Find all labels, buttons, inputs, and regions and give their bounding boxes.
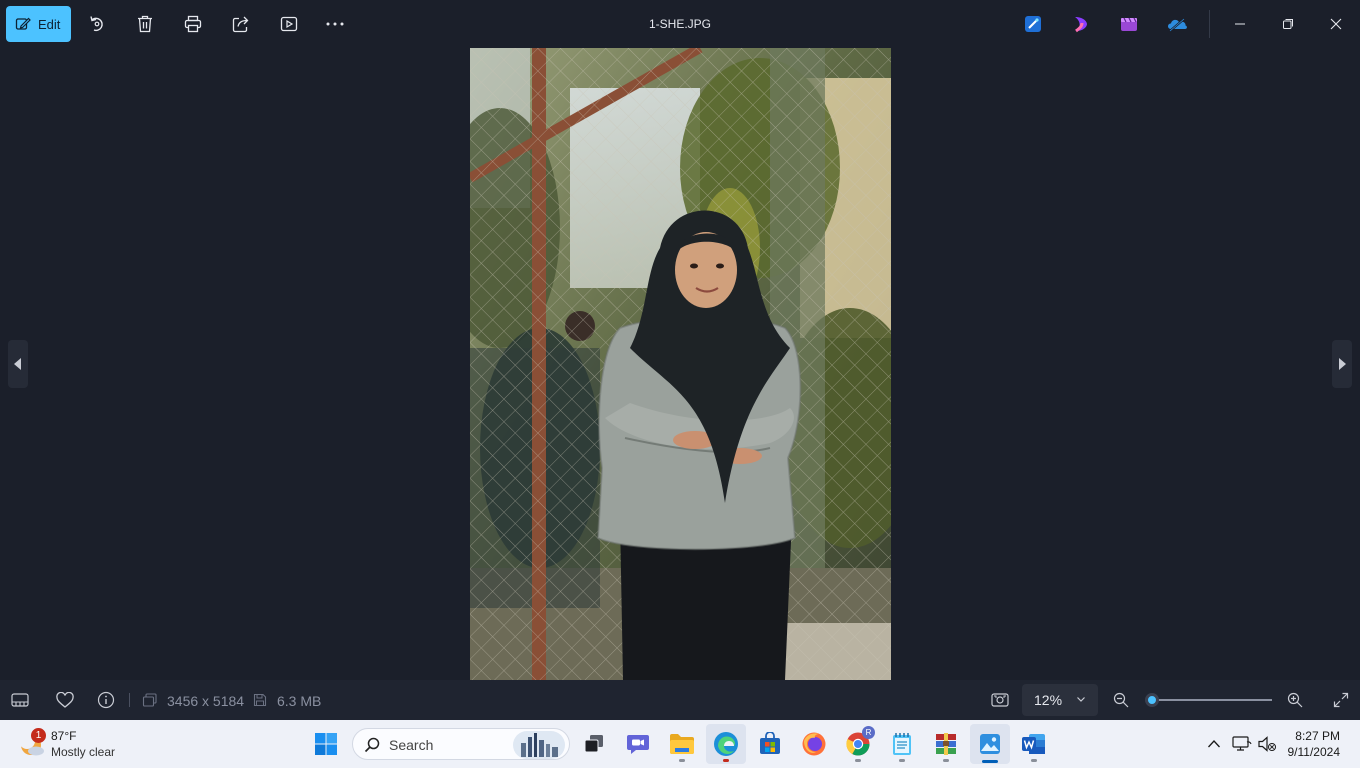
zoom-out-icon[interactable] [1111, 690, 1131, 710]
start-button[interactable] [306, 724, 346, 764]
chevron-down-icon [1077, 697, 1085, 702]
zoom-level: 12% [1034, 692, 1063, 708]
edge-button[interactable] [706, 724, 746, 764]
taskbar-search-box[interactable]: Search [352, 728, 570, 760]
chevron-left-icon [14, 358, 21, 370]
photos-app-window: Edit 1-SHE.JPG 3456 x 5184 6.3 MB 12% [0, 0, 1360, 720]
word-button[interactable] [1014, 724, 1054, 764]
weather-condition: Mostly clear [51, 745, 116, 759]
windows-taskbar: 1 87°F Mostly clear Search R 8:27 PM 9/1… [0, 720, 1360, 768]
firefox-icon [802, 732, 826, 756]
running-indicator [943, 759, 949, 762]
microsoft-store-button[interactable] [750, 724, 790, 764]
next-photo-button[interactable] [1332, 340, 1352, 388]
edge-browser-icon [714, 732, 738, 756]
image-dimensions: 3456 x 5184 [167, 693, 245, 709]
delete-icon[interactable] [133, 12, 157, 36]
zoom-slider-thumb[interactable] [1145, 693, 1159, 707]
clipchamp-app-icon[interactable] [1071, 14, 1091, 34]
folder-icon [670, 734, 694, 754]
clock-date: 9/11/2024 [1287, 745, 1341, 759]
search-icon [364, 737, 380, 753]
close-button[interactable] [1324, 12, 1348, 36]
running-indicator [855, 759, 861, 762]
network-monitor-icon [1232, 736, 1252, 751]
show-hidden-icons-button[interactable] [1202, 732, 1226, 756]
more-icon[interactable] [323, 12, 347, 36]
photos-app-icon [980, 734, 1000, 754]
zoom-level-dropdown[interactable]: 12% [1022, 684, 1098, 716]
photo-image [470, 48, 891, 680]
minimize-button[interactable] [1228, 12, 1252, 36]
filmstrip-icon[interactable] [10, 690, 30, 710]
windows-logo-icon [315, 733, 337, 755]
photos-button[interactable] [970, 724, 1010, 764]
file-explorer-button[interactable] [662, 724, 702, 764]
running-indicator [899, 759, 905, 762]
speaker-muted-icon [1258, 736, 1276, 752]
winrar-button[interactable] [926, 724, 966, 764]
task-view-button[interactable] [574, 724, 614, 764]
weather-notification-badge: 1 [31, 728, 46, 743]
search-highlight-city-icon [513, 731, 565, 759]
notepad-icon [893, 733, 911, 755]
clock-time: 8:27 PM [1295, 729, 1340, 743]
winrar-icon [936, 733, 956, 755]
actual-size-icon[interactable] [990, 690, 1010, 710]
weather-widget[interactable]: 1 87°F Mostly clear [14, 726, 134, 762]
fullscreen-icon[interactable] [1331, 690, 1351, 710]
running-indicator [723, 759, 729, 762]
info-icon[interactable] [96, 690, 116, 710]
network-status-button[interactable] [1230, 732, 1254, 756]
file-size-icon [250, 690, 270, 710]
onedrive-app-icon[interactable] [1166, 14, 1188, 34]
designer-app-icon[interactable] [1023, 14, 1043, 34]
top-toolbar: Edit 1-SHE.JPG [0, 0, 1360, 48]
rotate-icon[interactable] [85, 12, 109, 36]
chevron-right-icon [1339, 358, 1346, 370]
toolbar-separator [1209, 10, 1210, 38]
previous-photo-button[interactable] [8, 340, 28, 388]
running-indicator [679, 759, 685, 762]
running-indicator [1031, 759, 1037, 762]
photo-canvas[interactable] [470, 48, 891, 680]
share-icon[interactable] [229, 12, 253, 36]
edit-icon [15, 17, 31, 30]
search-placeholder: Search [389, 737, 434, 753]
word-icon [1022, 734, 1045, 754]
status-divider [129, 693, 130, 707]
chrome-profile-badge: R [862, 726, 875, 739]
weather-temperature: 87°F [51, 729, 77, 743]
restore-button[interactable] [1276, 12, 1300, 36]
taskbar-clock[interactable]: 8:27 PM 9/11/2024 [1288, 728, 1341, 760]
store-bag-icon [760, 732, 780, 754]
teams-chat-icon [627, 735, 649, 754]
edit-label: Edit [38, 16, 61, 32]
edit-button[interactable]: Edit [6, 6, 71, 42]
video-editor-app-icon[interactable] [1119, 14, 1139, 34]
firefox-button[interactable] [794, 724, 834, 764]
notepad-button[interactable] [882, 724, 922, 764]
chrome-button[interactable]: R [838, 724, 878, 764]
file-size: 6.3 MB [277, 693, 322, 709]
slideshow-icon[interactable] [277, 12, 301, 36]
volume-muted-button[interactable] [1255, 732, 1279, 756]
file-title: 1-SHE.JPG [648, 17, 711, 31]
teams-chat-button[interactable] [618, 724, 658, 764]
dimensions-icon [140, 690, 160, 710]
favorite-heart-icon[interactable] [55, 690, 75, 710]
zoom-slider-track[interactable] [1152, 699, 1272, 701]
chevron-up-icon [1208, 740, 1220, 748]
task-view-icon [584, 735, 603, 753]
active-app-indicator [982, 760, 998, 763]
print-icon[interactable] [181, 12, 205, 36]
zoom-in-icon[interactable] [1285, 690, 1305, 710]
